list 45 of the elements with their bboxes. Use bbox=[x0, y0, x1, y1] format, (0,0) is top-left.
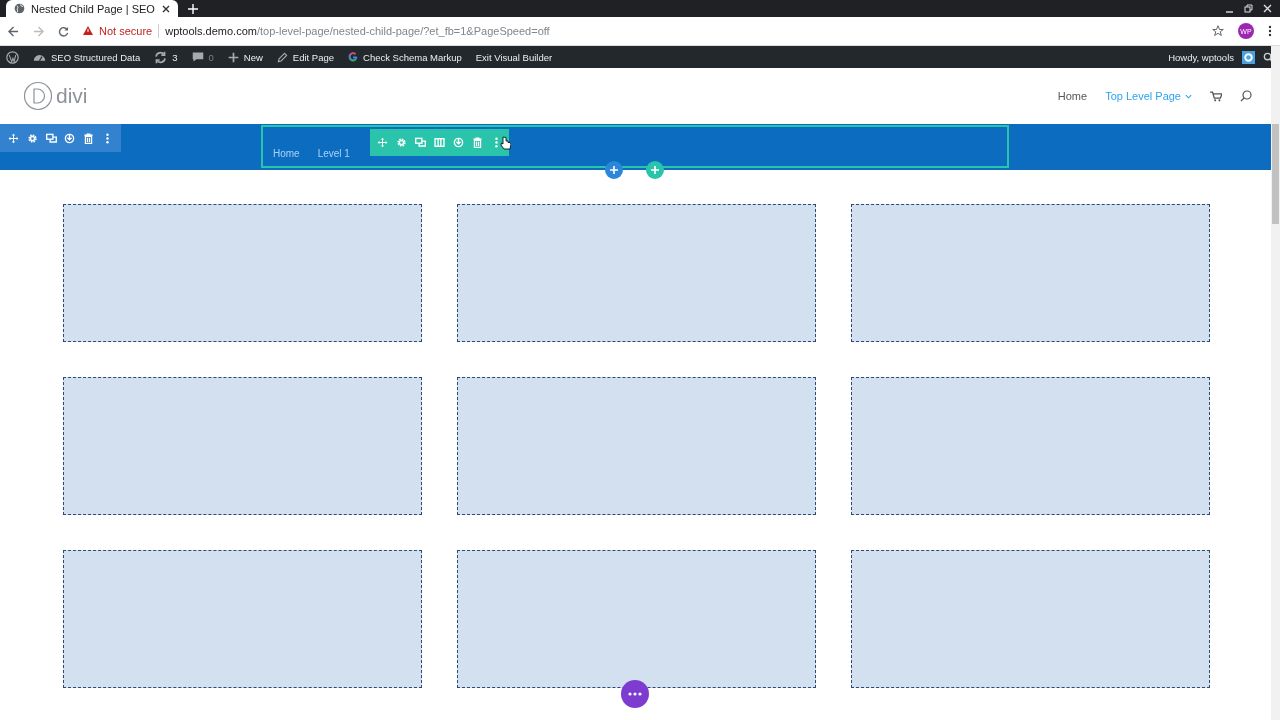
browser-tab[interactable]: Nested Child Page | SEO bbox=[6, 0, 178, 17]
admin-bar-link[interactable]: SEO Structured Data bbox=[33, 50, 141, 64]
duplicate-icon[interactable] bbox=[45, 132, 57, 144]
star-icon[interactable] bbox=[1212, 25, 1224, 37]
more-icon bbox=[628, 692, 642, 696]
admin-bar-link[interactable]: Check Schema Markup bbox=[348, 51, 462, 63]
back-icon[interactable] bbox=[8, 25, 19, 37]
plus-icon bbox=[610, 166, 618, 174]
add-section-button[interactable] bbox=[605, 161, 623, 179]
comment-icon bbox=[191, 51, 204, 63]
page-settings-button[interactable] bbox=[621, 680, 649, 708]
plus-icon bbox=[651, 166, 659, 174]
admin-bar-link[interactable]: Edit Page bbox=[276, 51, 335, 63]
security-label: Not secure bbox=[99, 25, 153, 37]
admin-bar-link[interactable]: Exit Visual Builder bbox=[475, 51, 553, 63]
search-icon[interactable] bbox=[1240, 90, 1252, 102]
admin-bar-link[interactable]: 3 bbox=[154, 50, 178, 64]
wordpress-logo-icon[interactable] bbox=[6, 50, 19, 64]
breadcrumb-link[interactable]: Level 1 bbox=[317, 148, 350, 159]
save-icon[interactable] bbox=[64, 132, 76, 144]
add-row-button[interactable] bbox=[646, 161, 664, 179]
scrollbar[interactable] bbox=[1271, 46, 1280, 720]
refresh-icon bbox=[154, 50, 168, 64]
admin-bar-link[interactable]: New bbox=[227, 51, 263, 63]
reload-icon[interactable] bbox=[58, 25, 69, 37]
pencil-icon bbox=[276, 51, 288, 63]
restore-icon[interactable] bbox=[1244, 4, 1253, 13]
warning-icon bbox=[83, 26, 93, 36]
globe-icon bbox=[14, 3, 25, 14]
plus-icon bbox=[227, 51, 239, 63]
cart-icon[interactable] bbox=[1210, 90, 1222, 102]
settings-icon[interactable] bbox=[26, 132, 38, 144]
url-text: wptools.demo.com/top-level-page/nested-child-page/?et_fb=1&PageSpeed=off bbox=[165, 25, 550, 37]
menu-icon[interactable] bbox=[1268, 25, 1272, 37]
move-icon[interactable] bbox=[7, 132, 19, 144]
avatar-icon[interactable] bbox=[1242, 50, 1255, 64]
nav-link[interactable]: Home bbox=[1057, 90, 1088, 102]
close-icon[interactable] bbox=[162, 4, 170, 13]
new-tab-icon[interactable] bbox=[188, 3, 198, 14]
admin-bar-link[interactable]: 0 bbox=[191, 51, 214, 63]
trash-icon[interactable] bbox=[83, 132, 95, 144]
address-bar[interactable]: Not secure wptools.demo.com/top-level-page/nested-child-page/?et_fb=1&PageSpeed=off bbox=[83, 24, 1198, 38]
hand-cursor-icon bbox=[500, 136, 511, 150]
google-g-icon bbox=[348, 52, 359, 62]
greeting-text[interactable]: Howdy, wptools bbox=[1168, 51, 1234, 63]
